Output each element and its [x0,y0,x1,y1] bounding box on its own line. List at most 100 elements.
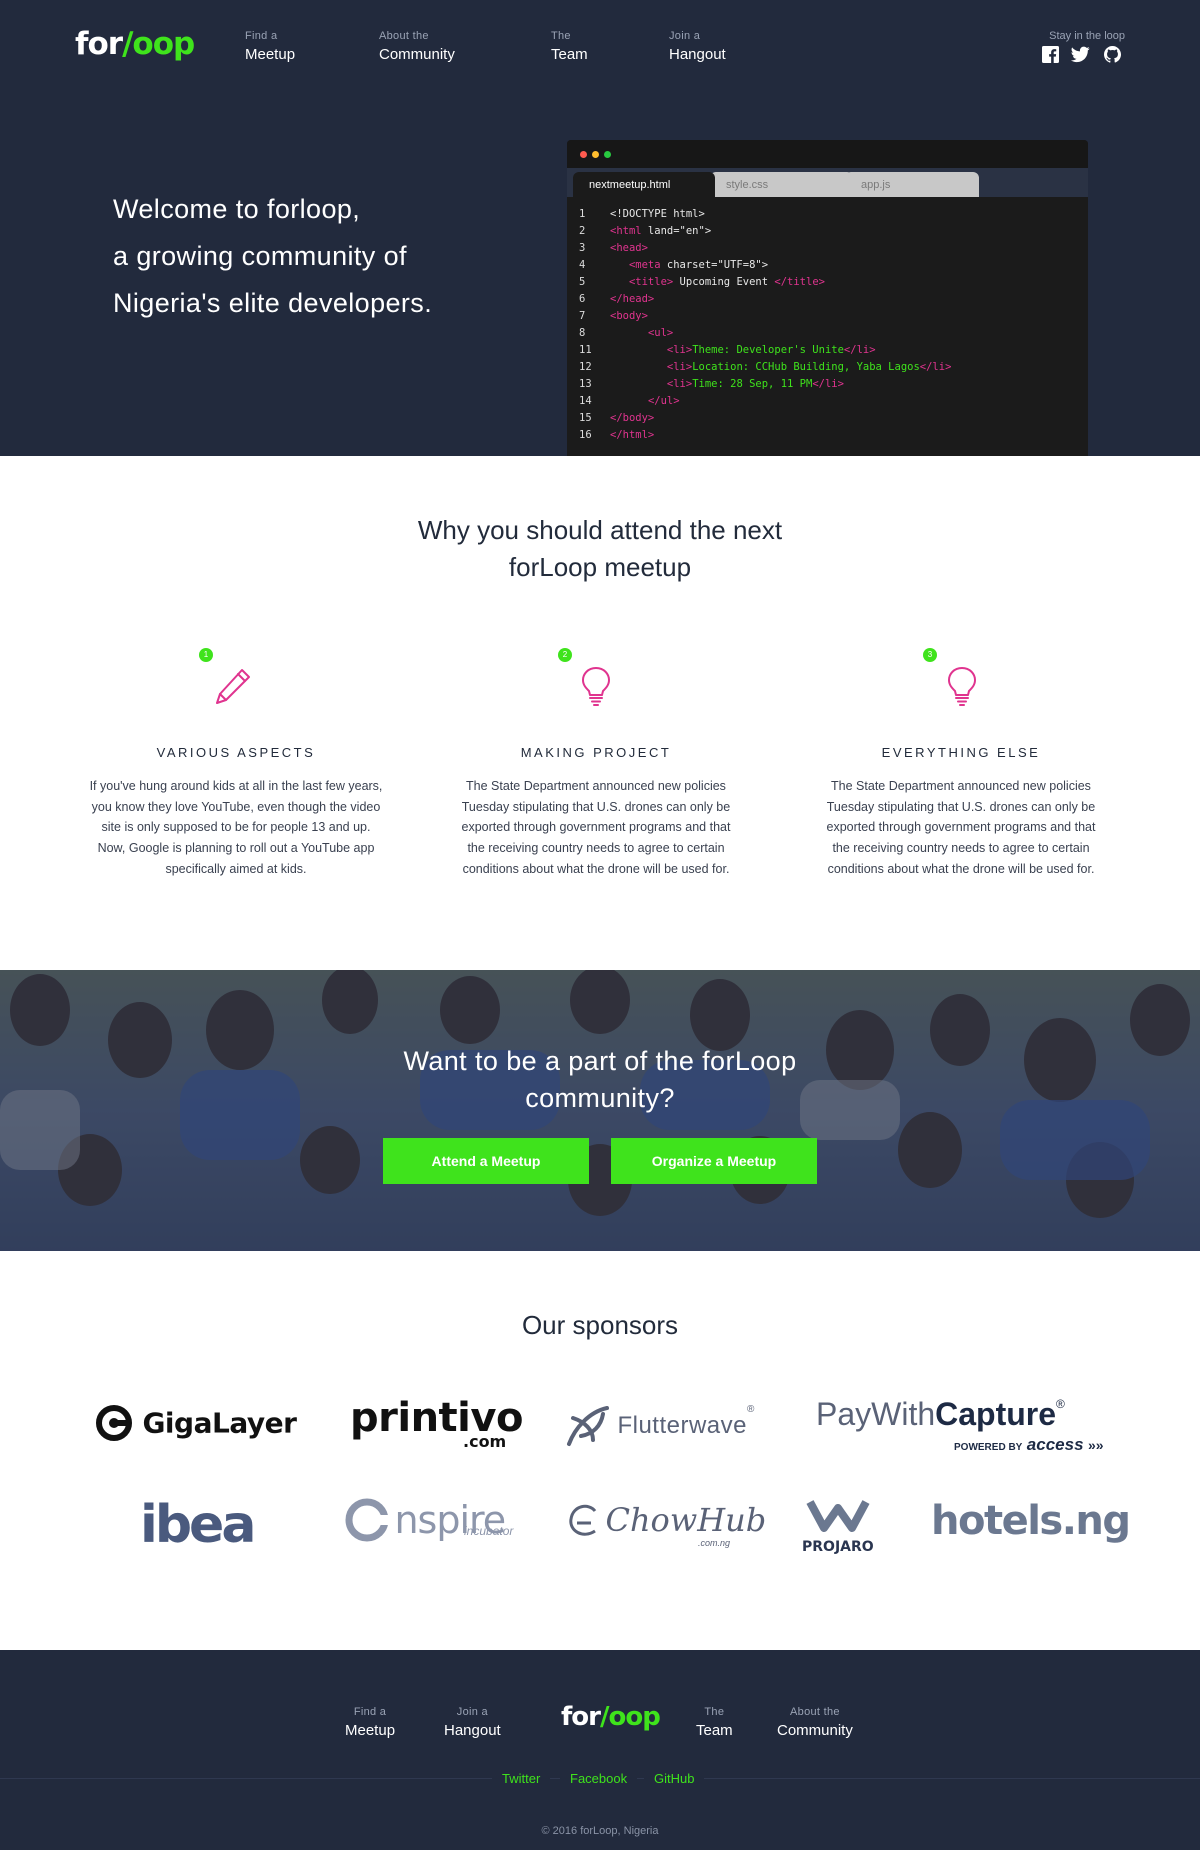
window-titlebar [567,140,1088,168]
chowhub-mark-icon [569,1504,597,1536]
hero-welcome-text: Welcome to forloop, a growing community … [113,194,433,318]
facebook-icon[interactable] [1042,46,1059,63]
code-text: <li>Theme: Developer's Unite</li> [666,344,876,356]
code-text: <ul> [647,327,674,339]
sponsor-paywithcapture-logo[interactable]: PayWithCapture® POWERED BY access »» [816,1398,1104,1453]
sponsors-title: Our sponsors [521,1310,679,1340]
code-text: <li>Location: CCHub Building, Yaba Lagos… [666,361,952,373]
site-footer: Find a Meetup Join a Hangout for/oop The… [0,1650,1200,1850]
tab-style-css[interactable]: style.css [710,172,853,197]
projaro-mark-icon [806,1500,870,1532]
sponsor-chowhub-logo[interactable]: ChowHub .com.ng [567,1501,766,1548]
maximize-dot-icon [604,151,611,158]
line-number: 8 [579,327,586,339]
code-text: <head> [610,242,648,254]
line-number: 2 [579,225,586,237]
code-line: 4 <meta charset="UTF=8"> [567,257,1088,274]
feature-number-badge: 2 [558,648,572,662]
code-editor-window: app.js style.css nextmeetup.html 1 <!DOCT… [567,140,1088,456]
code-text: <body> [610,310,648,322]
inspire-mark-icon [345,1498,389,1542]
line-number: 14 [579,395,592,407]
feature-description: If you've hung around kids at all in the… [89,779,383,876]
hero-section: for/oop Find a Meetup About the Communit… [0,0,1200,456]
code-line: 11 <li>Theme: Developer's Unite</li> [567,342,1088,359]
feature-number-badge: 3 [923,648,937,662]
organize-meetup-button[interactable]: Organize a Meetup [611,1138,817,1184]
code-line: 12 <li>Location: CCHub Building, Yaba La… [567,359,1088,376]
code-line: 16 </html> [567,427,1088,444]
code-text: <title> Upcoming Event </title> [628,276,825,288]
nav-the-team[interactable]: The Team [551,30,588,63]
tab-app-js[interactable]: app.js [845,172,979,197]
line-number: 5 [579,276,586,288]
footer-nav-find-meetup[interactable]: Find a Meetup [345,1706,395,1739]
code-line: 3 <head> [567,240,1088,257]
line-number: 6 [579,293,586,305]
flutterwave-mark-icon [567,1406,609,1446]
footer-nav-the-team[interactable]: The Team [696,1706,733,1739]
lightbulb-icon [948,667,976,706]
nav-about-community[interactable]: About the Community [379,30,455,63]
sponsor-printivo-logo[interactable]: printivo .com [350,1398,523,1450]
footer-nav-about-community[interactable]: About the Community [777,1706,853,1739]
code-line: 15 </body> [567,410,1088,427]
nav-join-hangout[interactable]: Join a Hangout [669,30,726,63]
code-text: </html> [610,429,655,441]
sponsor-inspire-incubator-logo[interactable]: nspire incubator [344,1497,513,1543]
feature-description: The State Department announced new polic… [826,779,1096,876]
lightbulb-icon [582,667,610,706]
sponsor-gigalayer-logo[interactable]: GigaLayer [92,1403,297,1443]
code-body: 1 <!DOCTYPE html> 2 <html land="en"> 3 <head>… [567,206,1088,444]
github-icon[interactable] [1104,46,1121,63]
line-number: 11 [579,344,592,356]
code-text: <meta charset="UTF=8"> [628,259,769,271]
line-number: 3 [579,242,586,254]
join-community-title: Want to be a part of the forLoop communi… [403,1046,797,1113]
line-number: 13 [579,378,592,390]
line-number: 7 [579,310,586,322]
close-dot-icon [580,151,587,158]
copyright-text: © 2016 forLoop, Nigeria [541,1825,659,1837]
footer-nav-join-hangout[interactable]: Join a Hangout [444,1706,501,1739]
code-line: 8 <ul> [567,325,1088,342]
attend-meetup-button[interactable]: Attend a Meetup [383,1138,589,1184]
code-line: 13 <li>Time: 28 Sep, 11 PM</li> [567,376,1088,393]
line-number: 15 [579,412,592,424]
code-text: </head> [610,293,655,305]
code-text: </body> [610,412,655,424]
forloop-logo[interactable]: for/oop [75,26,195,62]
code-text: <li>Time: 28 Sep, 11 PM</li> [666,378,844,390]
line-number: 16 [579,429,592,441]
code-line: 14 </ul> [567,393,1088,410]
feature-title: EVERYTHING ELSE [881,745,1041,760]
code-text: <html land="en"> [610,225,712,237]
line-number: 1 [579,208,586,220]
nav-find-meetup[interactable]: Find a Meetup [245,30,295,63]
feature-description: The State Department announced new polic… [461,779,731,876]
sponsor-ibea-logo[interactable]: ibea [140,1495,256,1555]
stay-in-loop-label: Stay in the loop [1049,30,1125,42]
sponsor-hotelsng-logo[interactable]: hotels.ng [931,1498,1131,1544]
sponsor-flutterwave-logo[interactable]: Flutterwave® [563,1404,754,1448]
twitter-icon[interactable] [1071,46,1090,63]
footer-link-twitter[interactable]: Twitter [492,1771,551,1786]
pencil-icon [216,669,250,704]
why-attend-title: Why you should attend the next forLoop m… [417,515,783,582]
code-line: 1 <!DOCTYPE html> [567,206,1088,223]
footer-forloop-logo[interactable]: for/oop [561,1702,661,1732]
line-number: 4 [579,259,586,271]
code-line: 6 </head> [567,291,1088,308]
code-text: <!DOCTYPE html> [610,208,705,220]
footer-link-facebook[interactable]: Facebook [560,1771,638,1786]
sponsor-projaro-logo[interactable]: PROJARO [802,1494,874,1556]
gigalayer-mark-icon [96,1405,132,1441]
feature-title: MAKING PROJECT [520,745,672,760]
footer-link-github[interactable]: GitHub [644,1771,705,1786]
join-community-banner: Want to be a part of the forLoop communi… [0,970,1200,1251]
minimize-dot-icon [592,151,599,158]
code-line: 5 <title> Upcoming Event </title> [567,274,1088,291]
line-number: 12 [579,361,592,373]
tab-nextmeetup-html[interactable]: nextmeetup.html [573,172,715,197]
editor-tab-bar: app.js style.css nextmeetup.html [567,168,1088,197]
